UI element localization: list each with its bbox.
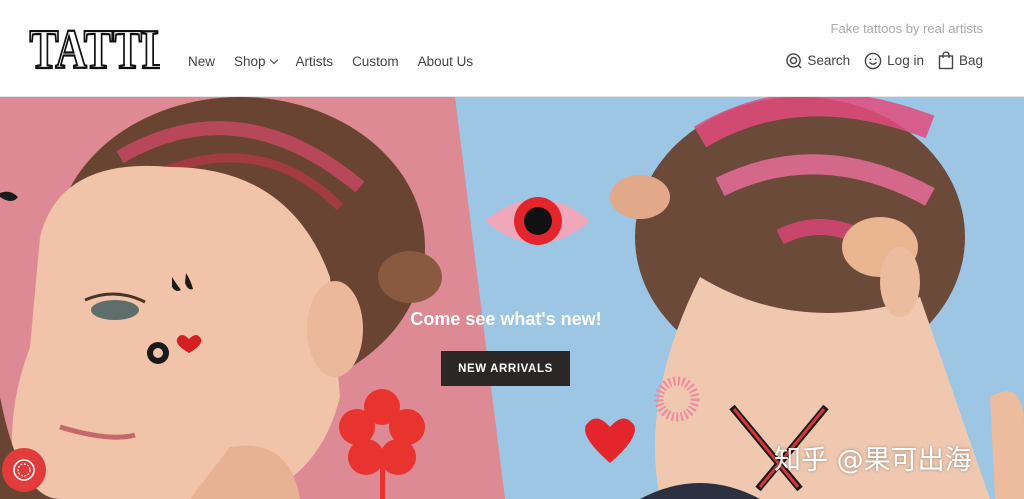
nav-item-custom-label: Custom: [352, 54, 399, 69]
nav-item-about-label: About Us: [417, 54, 474, 69]
nav-item-artists-label: Artists: [295, 54, 334, 69]
nav-item-artists[interactable]: Artists: [296, 54, 334, 69]
login-label: Log in: [887, 53, 924, 68]
tagline: Fake tattoos by real artists: [830, 21, 983, 36]
nav-item-shop-label: Shop: [234, 54, 266, 69]
new-arrivals-button[interactable]: NEW ARRIVALS: [441, 351, 570, 386]
utility-nav: Search Log in Bag: [771, 51, 983, 70]
tattly-logo[interactable]: TATTLY: [28, 20, 160, 74]
nav-item-new-label: New: [188, 54, 216, 69]
smiley-icon: [864, 52, 882, 69]
search-icon: [786, 53, 802, 69]
site-header: TATTLY New Shop Artists Custom About Us …: [0, 0, 1024, 97]
bag-icon: [938, 51, 954, 70]
nav-item-about-us[interactable]: About Us: [418, 54, 474, 69]
nav-item-new[interactable]: New: [188, 54, 215, 69]
search-button[interactable]: Search: [785, 52, 850, 69]
login-button[interactable]: Log in: [864, 52, 924, 70]
nav-item-custom[interactable]: Custom: [352, 54, 399, 69]
chat-button[interactable]: [2, 448, 46, 492]
chevron-down-icon: [269, 55, 278, 65]
nav-item-shop[interactable]: Shop: [234, 54, 278, 69]
search-label: Search: [807, 53, 851, 68]
logo-wordmark: TATTLY: [30, 20, 160, 74]
hero-headline: Come see what's new!: [410, 309, 602, 329]
watermark: 知乎 @果可出海: [774, 445, 972, 476]
chat-icon: [13, 459, 35, 481]
main-nav: New Shop Artists Custom About Us: [188, 54, 492, 69]
bag-label: Bag: [958, 53, 983, 68]
bag-button[interactable]: Bag: [938, 51, 983, 70]
